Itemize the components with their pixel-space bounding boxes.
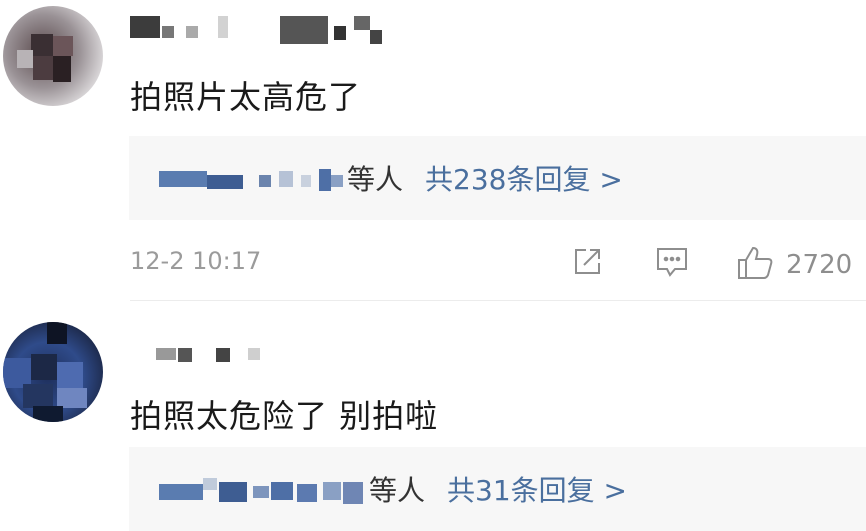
reply-suffix: 等人 [369,474,426,507]
reply-suffix: 等人 [347,163,404,196]
comment-item: 拍照片太高危了 等人 共238条回复 > 12-2 10:17 2720 [0,0,866,301]
avatar[interactable] [3,6,103,106]
comment-text: 拍照片太高危了 [130,78,362,116]
username-blurred[interactable] [130,338,430,374]
comment-text: 拍照太危险了 别拍啦 [130,397,439,435]
thumbs-up-icon [736,245,774,285]
like-button[interactable]: 2720 [736,245,852,285]
comment-meta: 12-2 10:17 2720 [130,243,866,283]
reply-authors-blurred [159,161,345,195]
comment-item: 拍照太危险了 别拍啦 等人 共31条回复 > [0,305,866,531]
username-blurred[interactable] [130,12,430,48]
timestamp: 12-2 10:17 [130,247,262,275]
share-icon[interactable] [570,245,604,283]
view-replies-link[interactable]: 共238条回复 > [425,158,623,198]
avatar[interactable] [3,322,103,422]
like-count: 2720 [786,250,853,280]
replies-summary[interactable]: 等人 共31条回复 > [129,447,866,531]
divider [130,300,866,301]
comment-icon[interactable] [654,245,690,283]
reply-authors-blurred [159,472,367,506]
replies-summary[interactable]: 等人 共238条回复 > [129,136,866,220]
view-replies-link[interactable]: 共31条回复 > [447,469,627,509]
